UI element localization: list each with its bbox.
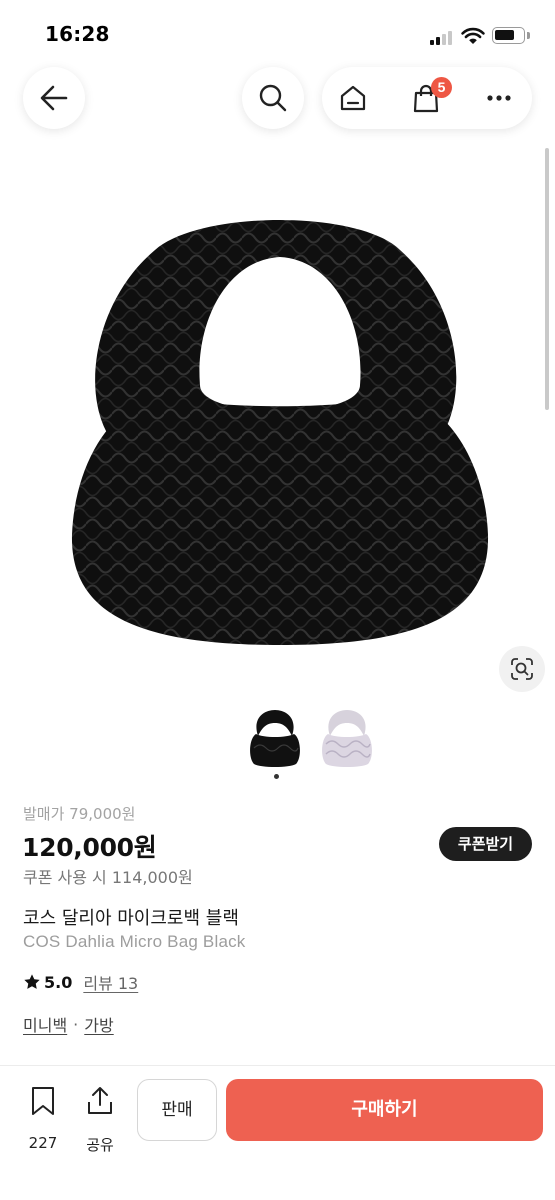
image-search-button[interactable] (499, 646, 545, 692)
bookmark-button[interactable]: 227 (20, 1084, 66, 1152)
product-name-korean: 코스 달리아 마이크로백 블랙 (23, 908, 239, 929)
signal-icon (430, 29, 456, 45)
back-button[interactable] (23, 67, 85, 129)
battery-icon (492, 27, 525, 44)
bookmark-icon (32, 1087, 54, 1115)
search-button[interactable] (242, 67, 304, 129)
review-link[interactable]: 리뷰 13 (83, 970, 138, 994)
header-actions: 5 (322, 67, 532, 129)
arrow-left-icon (40, 85, 68, 111)
share-label: 공유 (86, 1136, 114, 1154)
release-price: 발매가 79,000원 (23, 805, 136, 823)
buy-button[interactable]: 구매하기 (226, 1079, 543, 1141)
product-name-english: COS Dahlia Micro Bag Black (23, 932, 246, 951)
thumbnail-silver[interactable] (318, 708, 376, 768)
sell-button[interactable]: 판매 (137, 1079, 217, 1141)
scrollbar[interactable] (545, 148, 549, 410)
cart-count-badge: 5 (431, 77, 452, 98)
rating: 5.0 리뷰 13 (23, 970, 138, 994)
thumbnail-black[interactable] (246, 708, 304, 768)
share-icon (88, 1087, 112, 1114)
active-thumbnail-indicator (274, 774, 279, 779)
bottom-action-bar: 227 공유 판매 구매하기 (0, 1065, 555, 1200)
category-tags: 미니백 · 가방 (23, 1012, 114, 1036)
star-icon (24, 974, 40, 989)
home-icon[interactable] (338, 83, 368, 113)
tag-separator: · (73, 1014, 79, 1034)
more-icon[interactable] (486, 93, 512, 103)
tag-mini-bag[interactable]: 미니백 (23, 1012, 67, 1036)
wifi-icon (461, 27, 485, 44)
lens-search-icon (511, 658, 533, 680)
coupon-price: 쿠폰 사용 시 114,000원 (23, 868, 193, 887)
search-icon (259, 84, 287, 112)
bookmark-count: 227 (28, 1134, 58, 1152)
product-image (71, 220, 489, 645)
status-time: 16:28 (45, 22, 110, 46)
price: 120,000원 (22, 833, 157, 862)
coupon-button[interactable]: 쿠폰받기 (439, 827, 532, 861)
tag-bag[interactable]: 가방 (84, 1012, 113, 1036)
status-bar: 16:28 (0, 0, 555, 62)
share-button[interactable]: 공유 (77, 1084, 123, 1154)
rating-score: 5.0 (44, 972, 73, 992)
